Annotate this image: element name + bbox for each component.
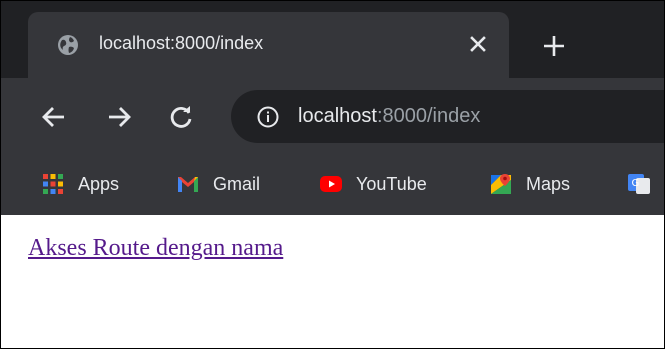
url-text[interactable]: localhost:8000/index xyxy=(298,105,480,128)
reload-icon[interactable] xyxy=(168,104,194,130)
youtube-icon xyxy=(319,172,343,196)
url-host: localhost xyxy=(298,105,377,127)
browser-window: localhost:8000/index localhost:8000/inde… xyxy=(0,0,665,349)
active-tab[interactable]: localhost:8000/index xyxy=(28,12,509,78)
maps-icon xyxy=(489,172,513,196)
google-translate-icon: G xyxy=(627,172,651,196)
bookmarks-bar: Apps Gmail YouTube Maps G xyxy=(1,155,664,215)
bookmark-apps[interactable]: Apps xyxy=(41,171,119,197)
url-path: :8000/index xyxy=(376,105,481,127)
bookmark-label: Gmail xyxy=(213,173,261,194)
bookmark-gmail[interactable]: Gmail xyxy=(176,171,260,197)
tab-title: localhost:8000/index xyxy=(99,33,264,53)
info-icon[interactable] xyxy=(256,105,280,129)
toolbar: localhost:8000/index xyxy=(1,78,664,155)
tab-strip: localhost:8000/index xyxy=(1,1,664,78)
address-bar[interactable]: localhost:8000/index xyxy=(231,90,664,143)
close-icon[interactable] xyxy=(466,32,490,56)
route-link[interactable]: Akses Route dengan nama xyxy=(28,235,283,262)
bookmark-youtube[interactable]: YouTube xyxy=(319,171,427,197)
bookmark-google-translate[interactable]: G xyxy=(627,171,664,197)
bookmark-label: Apps xyxy=(78,173,120,194)
bookmark-label: Maps xyxy=(526,173,571,194)
globe-icon xyxy=(57,34,79,56)
bookmark-maps[interactable]: Maps xyxy=(489,171,570,197)
gmail-icon xyxy=(176,172,200,196)
page-content: Akses Route dengan nama xyxy=(1,215,664,348)
bookmark-label: YouTube xyxy=(356,173,427,194)
svg-text:G: G xyxy=(632,178,640,189)
apps-grid-icon xyxy=(41,172,65,196)
arrow-right-icon[interactable] xyxy=(106,104,132,130)
arrow-left-icon[interactable] xyxy=(41,104,67,130)
plus-icon[interactable] xyxy=(541,33,567,59)
